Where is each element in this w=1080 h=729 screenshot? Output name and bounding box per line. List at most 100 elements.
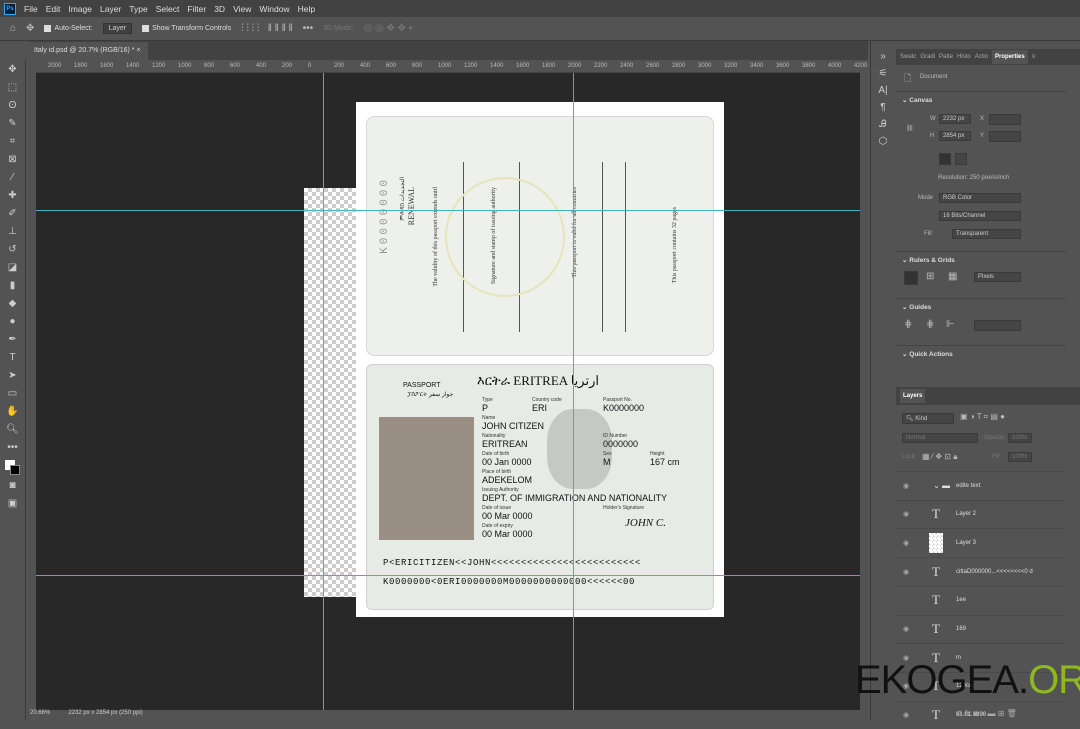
menu-3d[interactable]: 3D — [214, 4, 225, 14]
smart-guides-icon[interactable]: ⊩ — [946, 319, 955, 330]
close-tab-icon[interactable]: × — [136, 47, 140, 54]
tab-layers[interactable]: Layers — [900, 389, 926, 403]
quick-actions-header[interactable]: ⌄ Quick Actions — [896, 345, 1066, 362]
document-tab[interactable]: Italy id.psd @ 20.7% (RGB/16) * × — [28, 42, 148, 60]
menu-help[interactable]: Help — [298, 4, 315, 14]
pen-tool-icon[interactable]: ✒ — [8, 334, 16, 348]
guides-toggle-icon[interactable]: ⋕ — [904, 319, 912, 330]
menu-window[interactable]: Window — [259, 4, 289, 14]
zoom-tool-icon[interactable]: 🔍︎ — [6, 424, 19, 438]
type-tool-icon[interactable]: T — [9, 352, 15, 366]
quick-select-tool-icon[interactable]: ✎ — [8, 118, 16, 132]
rulers-grids-header[interactable]: ⌄ Rulers & Grids — [896, 251, 1066, 268]
menu-file[interactable]: File — [24, 4, 38, 14]
layer-row[interactable]: T 1ee — [896, 585, 1066, 614]
quick-mask-icon[interactable]: ◙ — [9, 480, 15, 494]
fill-dropdown[interactable]: Transparent — [952, 229, 1021, 239]
portrait-icon[interactable] — [939, 153, 951, 165]
healing-tool-icon[interactable]: ✚ — [8, 190, 16, 204]
blend-mode-dropdown[interactable]: Normal — [902, 433, 978, 443]
canvas-workspace[interactable]: K0000000 RENEWAL ምሕዳስ التجديدات The vali… — [36, 73, 860, 710]
menu-edit[interactable]: Edit — [46, 4, 61, 14]
layer-row[interactable]: ◉ TcittaD000000...<<<<<<<<0 d — [896, 557, 1066, 585]
link-icon[interactable]: ⛓ — [906, 125, 914, 132]
y-input[interactable] — [989, 131, 1021, 142]
ruler-toggle-icon[interactable] — [904, 271, 918, 285]
guide-style-dropdown[interactable] — [974, 320, 1021, 331]
filter-icons[interactable]: ▣ ◑ T ⌗ ▤ ● — [960, 412, 1005, 422]
screen-mode-icon[interactable]: ▣ — [8, 498, 17, 512]
guide-horizontal[interactable] — [36, 575, 860, 576]
lock-icons[interactable]: ▦ ⁄ ✥ ⊡ 🔒︎ — [922, 452, 957, 462]
units-dropdown[interactable]: Pixels — [974, 272, 1021, 282]
layer-filter-dropdown[interactable]: 🔍︎ Kind — [902, 413, 954, 424]
eraser-tool-icon[interactable]: ◪ — [8, 262, 17, 276]
shape-tool-icon[interactable]: ▭ — [8, 388, 17, 402]
character-icon[interactable]: A| — [878, 85, 887, 96]
visibility-eye-icon[interactable]: ◉ — [896, 539, 916, 547]
menu-select[interactable]: Select — [156, 4, 180, 14]
lock-guides-icon[interactable]: ⋕ — [926, 319, 934, 330]
tab-history[interactable]: Histo — [957, 54, 971, 60]
x-input[interactable] — [989, 114, 1021, 125]
tab-properties[interactable]: Properties — [992, 50, 1028, 64]
fill-input[interactable]: 100% — [1008, 452, 1032, 462]
panel-menu-icon[interactable]: ≡ — [1032, 54, 1036, 60]
guide-horizontal[interactable] — [36, 210, 860, 211]
history-brush-icon[interactable]: ↺ — [8, 244, 16, 258]
guide-vertical[interactable] — [323, 73, 324, 710]
visibility-eye-icon[interactable]: ◉ — [896, 711, 916, 719]
canvas-section-header[interactable]: ⌄ Canvas — [896, 91, 1066, 108]
move-tool-icon[interactable]: ✥ — [8, 64, 16, 78]
landscape-icon[interactable] — [955, 153, 967, 165]
3d-icon[interactable]: ⬡ — [879, 136, 888, 147]
frame-tool-icon[interactable]: ⊠ — [8, 154, 16, 168]
grid-icon[interactable]: ⊞ — [926, 271, 934, 282]
tab-swatches[interactable]: Swatc — [900, 54, 916, 60]
stamp-tool-icon[interactable]: ⊥ — [8, 226, 17, 240]
gradient-tool-icon[interactable]: ▮ — [10, 280, 16, 294]
bit-depth-dropdown[interactable]: 16 Bits/Channel — [939, 211, 1021, 221]
layer-row[interactable]: ◉ Layer 3 — [896, 528, 1066, 556]
visibility-eye-icon[interactable]: ◉ — [896, 568, 916, 576]
layer-row[interactable]: ◉ T 169 — [896, 614, 1066, 643]
align-icons[interactable]: ⫶ ⫶ ⫶ ⫶ ‖ ‖ ‖ ‖ — [241, 23, 293, 34]
more-tools-icon[interactable]: ••• — [7, 442, 18, 456]
width-input[interactable]: 2232 px — [939, 114, 971, 124]
path-select-icon[interactable]: ➤ — [8, 370, 16, 384]
menu-layer[interactable]: Layer — [100, 4, 121, 14]
collapse-icon[interactable]: » — [880, 51, 886, 62]
crop-tool-icon[interactable]: ⌗ — [10, 136, 16, 150]
zoom-level[interactable]: 20.66% — [30, 710, 50, 720]
dodge-tool-icon[interactable]: ● — [9, 316, 15, 330]
tab-gradients[interactable]: Gradi — [920, 54, 935, 60]
layer-select-dropdown[interactable]: Layer — [102, 23, 133, 34]
height-input[interactable]: 2854 px — [939, 131, 971, 141]
opacity-input[interactable]: 100% — [1008, 433, 1032, 443]
eyedropper-tool-icon[interactable]: ⁄ — [12, 172, 14, 186]
guide-vertical[interactable] — [573, 73, 574, 710]
layer-row[interactable]: ◉ T Layer 2 — [896, 499, 1066, 528]
pixel-grid-icon[interactable]: ▦ — [948, 271, 957, 282]
layer-footer-icons[interactable]: ⊖ fx ◙ ◑ ▬ ⊞ 🗑︎ — [956, 709, 1017, 718]
blur-tool-icon[interactable]: ◆ — [9, 298, 17, 312]
move-tool-icon[interactable]: ✥ — [26, 23, 34, 34]
brush-tool-icon[interactable]: ✐ — [8, 208, 16, 222]
marquee-tool-icon[interactable]: ⬚ — [8, 82, 17, 96]
visibility-eye-icon[interactable]: ◉ — [896, 625, 916, 633]
auto-select-checkbox[interactable]: Auto-Select: — [44, 25, 93, 32]
menu-type[interactable]: Type — [129, 4, 147, 14]
home-icon[interactable]: ⌂ — [10, 23, 16, 34]
tab-patterns[interactable]: Patte — [939, 54, 953, 60]
more-options-icon[interactable]: ••• — [303, 23, 314, 34]
lasso-tool-icon[interactable]: ʘ — [9, 100, 17, 114]
tab-actions[interactable]: Actio — [975, 54, 988, 60]
menu-filter[interactable]: Filter — [187, 4, 206, 14]
visibility-eye-icon[interactable]: ◉ — [896, 482, 916, 490]
hand-tool-icon[interactable]: ✋ — [6, 406, 18, 420]
mode-dropdown[interactable]: RGB Color — [939, 193, 1021, 203]
visibility-eye-icon[interactable]: ◉ — [896, 510, 916, 518]
guides-header[interactable]: ⌄ Guides — [896, 298, 1066, 315]
menu-image[interactable]: Image — [68, 4, 92, 14]
paragraph-icon[interactable]: ¶ — [880, 102, 885, 113]
